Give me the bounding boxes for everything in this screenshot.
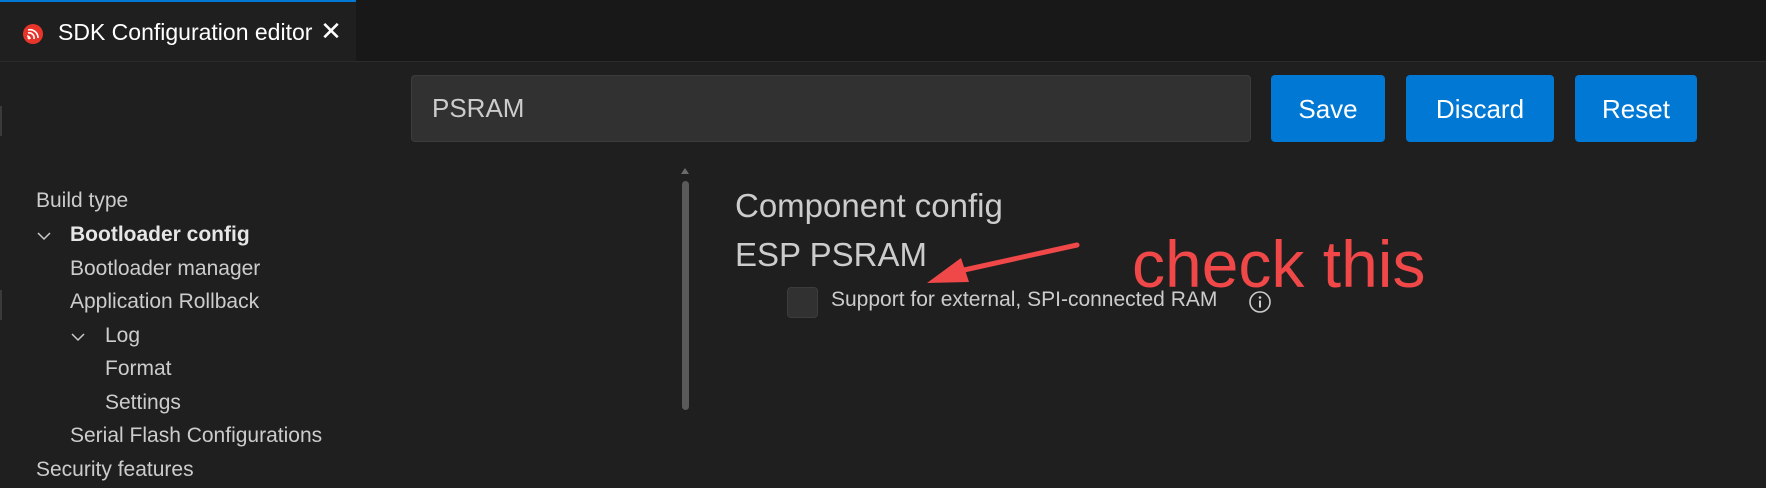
scroll-up-arrow[interactable] xyxy=(681,168,689,174)
sidebar-item-label: Bootloader config xyxy=(70,223,250,246)
sidebar-item-bootloader-config[interactable]: Bootloader config xyxy=(70,220,250,250)
sidebar-item-serial-flash-configurations[interactable]: Serial Flash Configurations xyxy=(70,421,322,451)
sidebar-item-label: Application Rollback xyxy=(70,290,260,313)
sidebar-item-label: Log xyxy=(105,324,141,347)
section-title: Component config xyxy=(735,187,1003,224)
annotation-text: check this xyxy=(1132,227,1426,301)
chevron-down-icon[interactable] xyxy=(36,228,52,244)
chevron-down-icon[interactable] xyxy=(70,329,86,345)
sidebar-item-bootloader-manager[interactable]: Bootloader manager xyxy=(70,254,260,284)
tree-scrollbar-thumb[interactable] xyxy=(682,181,689,410)
tab-title: SDK Configuration editor xyxy=(58,19,313,45)
discard-button[interactable]: Discard xyxy=(1406,75,1554,142)
sidebar-item-security-features[interactable]: Security features xyxy=(36,455,194,485)
sidebar-item-settings[interactable]: Settings xyxy=(105,388,181,418)
sdk-config-window: SDK Configuration editor ✕ Save Discard … xyxy=(0,0,1766,488)
tab-sdk-configuration-editor[interactable]: SDK Configuration editor ✕ xyxy=(0,0,356,61)
sidebar-item-label: Bootloader manager xyxy=(70,257,261,280)
activity-edge xyxy=(0,106,2,136)
sidebar-item-build-type[interactable]: Build type xyxy=(36,186,128,216)
sidebar-item-application-rollback[interactable]: Application Rollback xyxy=(70,287,259,317)
psram-support-checkbox[interactable] xyxy=(787,287,818,318)
sidebar-item-label: Security features xyxy=(36,458,194,481)
save-button[interactable]: Save xyxy=(1271,75,1385,142)
espressif-logo-icon xyxy=(23,24,43,44)
sidebar-item-log[interactable]: Log xyxy=(105,321,140,351)
sidebar-item-label: Serial Flash Configurations xyxy=(70,424,323,447)
sidebar-item-label: Build type xyxy=(36,189,129,212)
reset-button[interactable]: Reset xyxy=(1575,75,1697,142)
sidebar-item-format[interactable]: Format xyxy=(105,354,172,384)
close-icon[interactable]: ✕ xyxy=(318,16,344,46)
sidebar-item-label: Settings xyxy=(105,391,181,414)
annotation-arrow xyxy=(927,242,1080,283)
sidebar-item-label: Format xyxy=(105,357,172,380)
tab-bar: SDK Configuration editor ✕ xyxy=(0,0,1766,62)
subsection-title: ESP PSRAM xyxy=(735,236,927,273)
activity-edge xyxy=(0,290,2,320)
search-input[interactable] xyxy=(411,75,1251,142)
